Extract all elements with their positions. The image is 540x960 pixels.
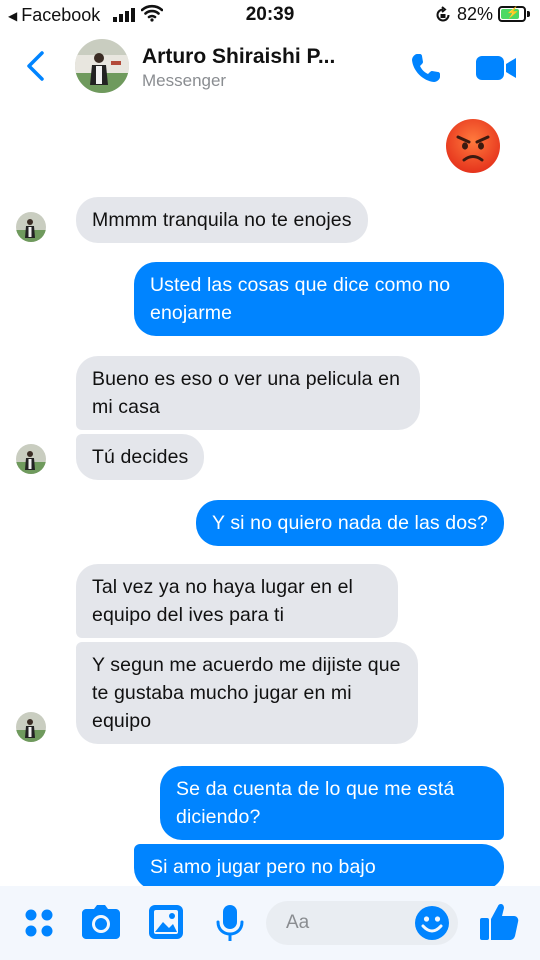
message-bubble-incoming[interactable]: Mmmm tranquila no te enojes bbox=[76, 197, 368, 243]
status-bar: ◀ Facebook 20:39 82% ⚡ bbox=[0, 0, 540, 30]
message-bubble-incoming[interactable]: Y segun me acuerdo me dijiste que te gus… bbox=[76, 642, 418, 744]
message-list[interactable]: Mmmm tranquila no te enojes Usted las co… bbox=[0, 102, 540, 890]
phone-call-icon[interactable] bbox=[408, 50, 444, 86]
contact-name[interactable]: Arturo Shiraishi P... bbox=[142, 45, 335, 69]
message-input-placeholder: Aa bbox=[286, 912, 310, 933]
message-bubble-outgoing[interactable]: Si amo jugar pero no bajo bbox=[134, 844, 504, 890]
emoji-icon[interactable] bbox=[414, 905, 450, 941]
message-bubble-outgoing[interactable]: Usted las cosas que dice como no enojarm… bbox=[134, 262, 504, 336]
gallery-icon[interactable] bbox=[148, 904, 184, 940]
video-call-icon[interactable] bbox=[474, 54, 518, 82]
contact-subtitle: Messenger bbox=[142, 71, 227, 90]
message-bubble-outgoing[interactable]: Se da cuenta de lo que me está diciendo? bbox=[160, 766, 504, 840]
microphone-icon[interactable] bbox=[216, 904, 244, 942]
battery-percentage: 82% bbox=[457, 4, 494, 24]
message-bubble-incoming[interactable]: Tal vez ya no haya lugar en el equipo de… bbox=[76, 564, 398, 638]
avatar[interactable] bbox=[16, 712, 46, 742]
composer-bar: Aa bbox=[0, 886, 540, 960]
battery-level-fill: ⚡ bbox=[501, 7, 520, 19]
message-bubble-outgoing[interactable]: Y si no quiero nada de las dos? bbox=[196, 500, 504, 546]
rotation-lock-icon bbox=[436, 6, 450, 22]
angry-face-emoji[interactable] bbox=[444, 117, 502, 175]
chat-header: Arturo Shiraishi P... Messenger bbox=[0, 30, 540, 102]
avatar[interactable] bbox=[16, 212, 46, 242]
like-icon[interactable] bbox=[478, 900, 520, 942]
back-chevron-icon[interactable] bbox=[24, 50, 48, 82]
message-bubble-incoming[interactable]: Tú decides bbox=[76, 434, 205, 480]
apps-icon[interactable] bbox=[22, 906, 56, 940]
battery-icon: ⚡ bbox=[498, 6, 526, 22]
contact-avatar[interactable] bbox=[75, 39, 129, 93]
message-bubble-incoming[interactable]: Bueno es eso o ver una pelicula en mi ca… bbox=[76, 356, 420, 430]
avatar[interactable] bbox=[16, 444, 46, 474]
camera-icon[interactable] bbox=[81, 904, 121, 940]
battery-tip bbox=[527, 11, 530, 17]
